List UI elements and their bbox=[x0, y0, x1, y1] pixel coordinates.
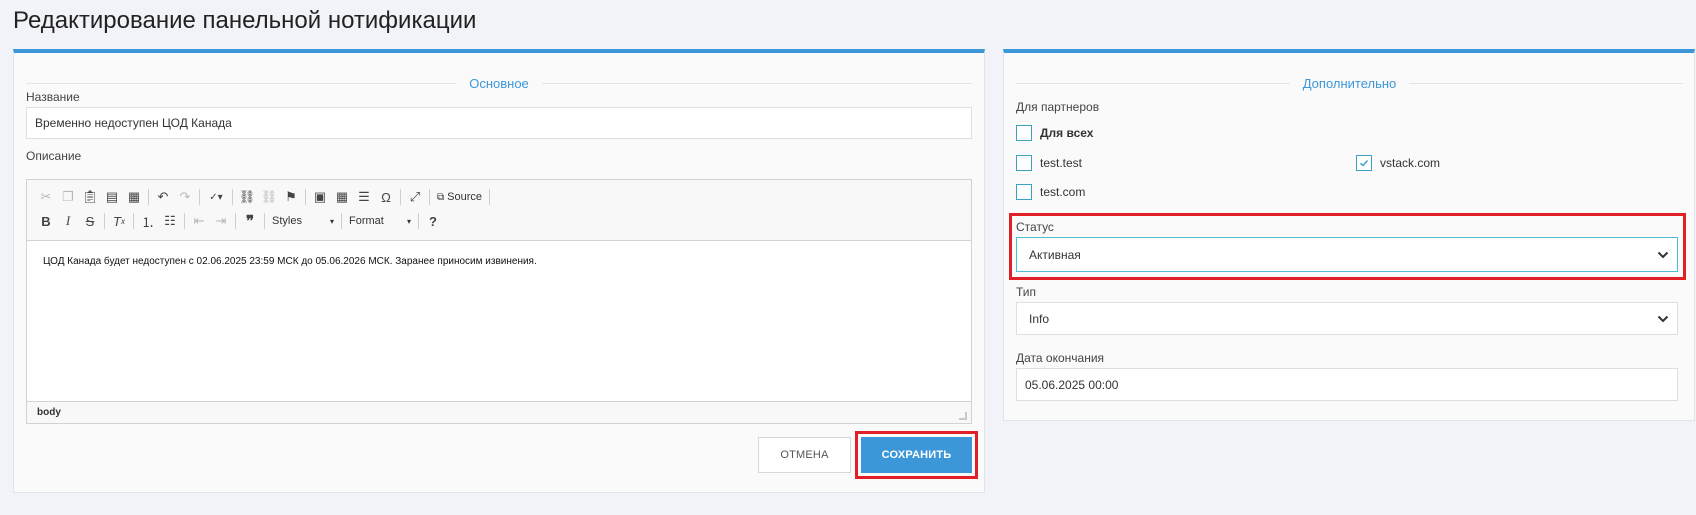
end-date-label: Дата окончания bbox=[1016, 351, 1105, 365]
status-highlight bbox=[1009, 213, 1686, 280]
type-value: Info bbox=[1029, 311, 1050, 326]
editor-toolbar: ✂ ❐ 📋︎ ▤ ▦ ↶ ↷ ✓▾ ⛓ ⛓ ⚑ ▣ ▦ ☰ Ω ⤢ ⧉ Sour… bbox=[27, 180, 971, 241]
bold-icon[interactable]: B bbox=[35, 211, 57, 231]
partner-label-test-test: test.test bbox=[1040, 156, 1083, 170]
partner-checkbox-all[interactable]: Для всех bbox=[1016, 125, 1093, 141]
name-input[interactable]: Временно недоступен ЦОД Канада bbox=[26, 107, 972, 139]
type-label: Тип bbox=[1016, 285, 1037, 299]
partner-checkbox-test-com[interactable]: test.com bbox=[1016, 184, 1085, 200]
cancel-button[interactable]: ОТМЕНА bbox=[758, 437, 851, 473]
strike-icon[interactable]: S bbox=[79, 211, 101, 231]
element-path[interactable]: body bbox=[37, 407, 61, 418]
partner-label-test-com: test.com bbox=[1040, 185, 1086, 199]
description-label: Описание bbox=[26, 149, 82, 163]
styles-dropdown[interactable]: Styles ▾ bbox=[268, 211, 338, 231]
format-label: Format bbox=[349, 215, 384, 227]
type-select[interactable]: Info bbox=[1016, 302, 1678, 335]
styles-label: Styles bbox=[272, 215, 302, 227]
main-panel: Основное Название Временно недоступен ЦО… bbox=[13, 49, 985, 493]
editor-content[interactable]: ЦОД Канада будет недоступен с 02.06.2025… bbox=[43, 196, 537, 267]
remove-format-icon[interactable]: Tx bbox=[108, 211, 130, 231]
editor-status-bar: body bbox=[27, 401, 971, 423]
section-title-extra: Дополнительно bbox=[1302, 75, 1397, 91]
editor-text: ЦОД Канада будет недоступен с 02.06.2025… bbox=[43, 256, 537, 267]
bulleted-list-icon[interactable]: ☷ bbox=[159, 211, 181, 231]
checkbox[interactable] bbox=[1016, 155, 1032, 171]
outdent-icon[interactable]: ⇤ bbox=[188, 211, 210, 231]
partner-label-all: Для всех bbox=[1040, 126, 1094, 140]
italic-icon[interactable]: I bbox=[57, 211, 79, 231]
format-dropdown[interactable]: Format ▾ bbox=[345, 211, 415, 231]
chevron-down-icon bbox=[1657, 315, 1669, 322]
indent-icon[interactable]: ⇥ bbox=[210, 211, 232, 231]
page-title: Редактирование панельной нотификации bbox=[13, 7, 477, 34]
checkbox[interactable] bbox=[1016, 184, 1032, 200]
numbered-list-icon[interactable]: ⒈ bbox=[137, 211, 159, 231]
partner-checkbox-vstack[interactable]: vstack.com bbox=[1356, 155, 1440, 171]
section-header-extra: Дополнительно bbox=[1016, 75, 1684, 91]
checkbox[interactable] bbox=[1016, 125, 1032, 141]
partners-label: Для партнеров bbox=[1016, 100, 1100, 114]
name-label: Название bbox=[26, 90, 80, 104]
extra-panel: Дополнительно Для партнеров Для всех tes… bbox=[1003, 49, 1695, 421]
partner-checkbox-test-test[interactable]: test.test bbox=[1016, 155, 1082, 171]
save-button-highlight bbox=[855, 431, 978, 479]
checkbox-checked[interactable] bbox=[1356, 155, 1372, 171]
format-chevron-icon: ▾ bbox=[406, 216, 411, 226]
resize-grip-icon[interactable] bbox=[959, 412, 967, 420]
blockquote-icon[interactable]: ❞ bbox=[239, 211, 261, 231]
rich-text-editor: ✂ ❐ 📋︎ ▤ ▦ ↶ ↷ ✓▾ ⛓ ⛓ ⚑ ▣ ▦ ☰ Ω ⤢ ⧉ Sour… bbox=[26, 179, 972, 424]
partner-label-vstack: vstack.com bbox=[1380, 156, 1441, 170]
end-date-input[interactable]: 05.06.2025 00:00 bbox=[1016, 368, 1678, 401]
styles-chevron-icon: ▾ bbox=[329, 216, 334, 226]
section-title-main: Основное bbox=[469, 75, 529, 91]
check-icon bbox=[1360, 160, 1369, 167]
section-header-main: Основное bbox=[26, 75, 973, 91]
help-icon[interactable]: ? bbox=[422, 211, 444, 231]
